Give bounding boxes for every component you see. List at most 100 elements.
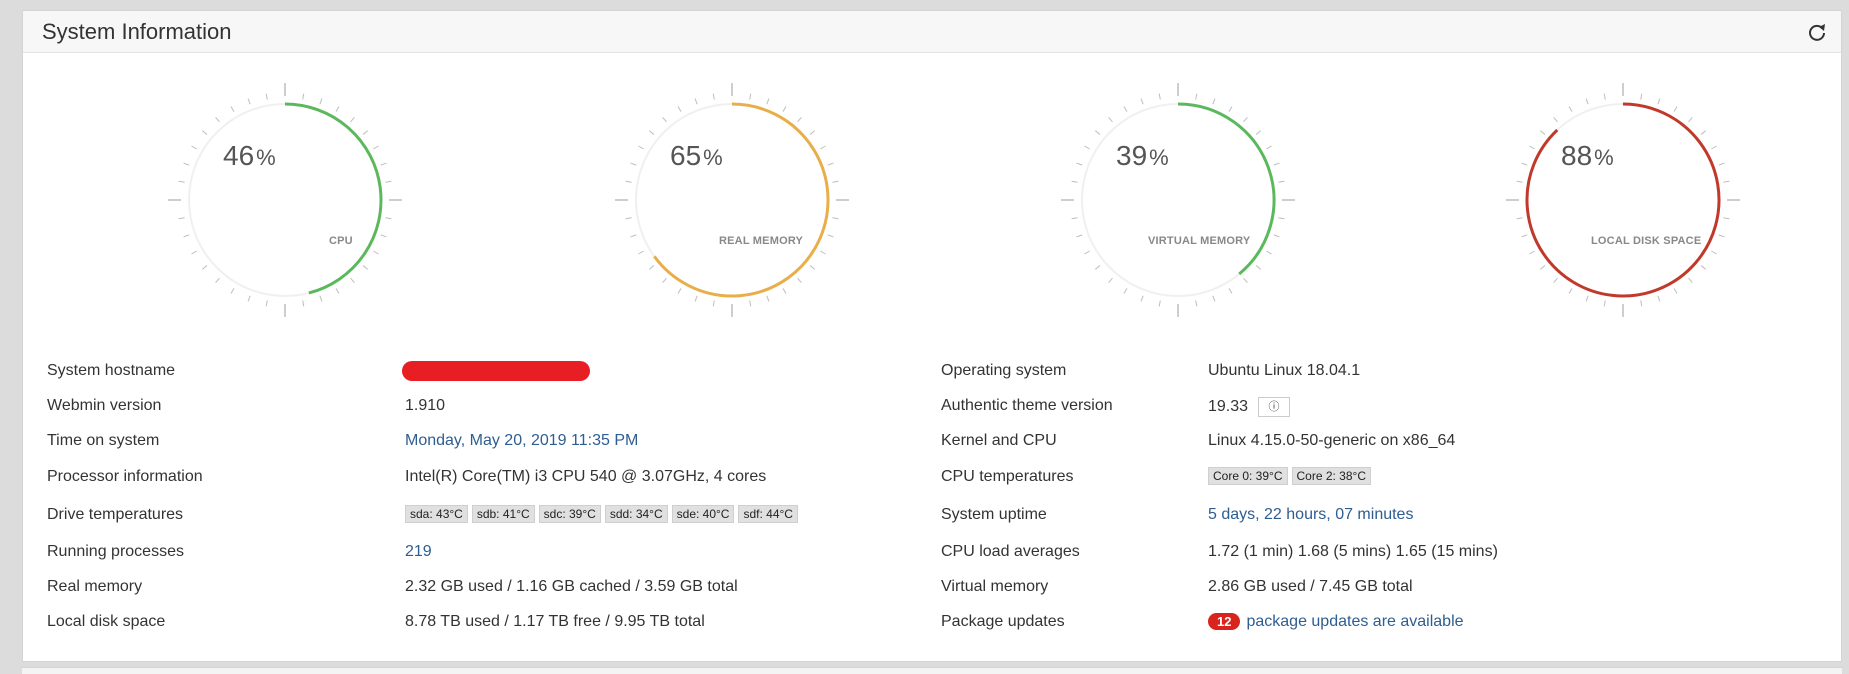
uptime-label: System uptime: [941, 506, 1047, 523]
gauge-tick: [215, 277, 220, 284]
gauge-tick: [201, 130, 208, 135]
gauge-tick: [827, 162, 834, 166]
gauge-tick: [712, 300, 715, 307]
panel-title: System Information: [42, 19, 232, 44]
row-cpu-temps: CPU temperatures: [941, 468, 1074, 486]
gauge-tick: [362, 130, 369, 135]
gauge-tick: [1228, 106, 1233, 112]
gauge-virtual-memory-value: 39%: [1116, 140, 1169, 171]
gauge-tick: [638, 145, 644, 150]
gauge-tick: [1094, 265, 1101, 270]
gauge-tick: [362, 265, 369, 270]
gauge-value-arc: [653, 102, 830, 298]
row-load-averages: CPU load averages: [941, 543, 1080, 561]
row-package-updates: Package updates: [941, 613, 1065, 631]
gauge-tick: [749, 93, 752, 100]
gauge-tick: [1718, 234, 1725, 238]
gauge-tick: [350, 277, 355, 284]
gauge-tick: [319, 98, 323, 105]
gauge-tick: [797, 116, 802, 123]
gauge-local-disk: 88% LOCAL DISK SPACE: [1503, 80, 1743, 320]
gauge-tick: [648, 265, 655, 270]
gauge-tick: [350, 116, 355, 123]
gauge-cpu-label: CPU: [329, 235, 353, 247]
gauge-tick: [1273, 234, 1280, 238]
gauge-tick: [1529, 145, 1535, 150]
gauge-tick: [1568, 288, 1573, 294]
gauge-tick: [1255, 130, 1262, 135]
gauge-tick: [1123, 106, 1128, 112]
gauge-tick: [385, 180, 392, 183]
gauge-tick: [183, 162, 190, 166]
time-link[interactable]: Monday, May 20, 2019 11:35 PM: [405, 432, 638, 450]
gauge-tick: [1516, 180, 1523, 183]
gauge-tick: [638, 250, 644, 255]
gauge-tick: [1539, 130, 1546, 135]
uptime-link[interactable]: 5 days, 22 hours, 07 minutes: [1208, 506, 1413, 524]
row-hostname: System hostname: [47, 362, 175, 380]
gauge-tick: [1140, 295, 1144, 302]
gauge-tick: [1711, 250, 1717, 255]
gauge-tick: [1723, 217, 1730, 220]
gauge-tick: [1195, 300, 1198, 307]
gauge-tick: [677, 106, 682, 112]
processor-label: Processor information: [47, 468, 203, 485]
theme-version-value-row: 19.33 ⓘ: [1208, 397, 1291, 417]
drive-temp-tag: sdb: 41°C: [471, 505, 535, 523]
theme-version-label: Authentic theme version: [941, 397, 1113, 414]
gauge-tick: [1158, 93, 1161, 100]
row-processor: Processor information: [47, 468, 203, 486]
virtual-memory-value: 2.86 GB used / 7.45 GB total: [1208, 578, 1413, 595]
gauge-tick: [694, 98, 698, 105]
row-os: Operating system: [941, 362, 1066, 380]
gauge-tick: [625, 217, 632, 220]
kernel-label: Kernel and CPU: [941, 432, 1057, 449]
drive-temp-tag: sdd: 34°C: [604, 505, 668, 523]
refresh-button[interactable]: [1805, 20, 1829, 44]
gauge-tick: [1071, 217, 1078, 220]
gauge-tick: [1553, 116, 1558, 123]
gauge-tick: [1071, 180, 1078, 183]
package-updates-label: Package updates: [941, 613, 1065, 630]
drive-temps-tags: sda: 43°C sdb: 41°C sdc: 39°C sdd: 34°C sde:…: [405, 505, 802, 523]
gauge-value-arc: [1177, 102, 1276, 276]
gauge-tick: [1688, 116, 1693, 123]
theme-info-button[interactable]: ⓘ: [1258, 397, 1291, 417]
gauge-tick: [1278, 180, 1285, 183]
gauge-tick: [373, 250, 379, 255]
gauge-real-memory-value: 65%: [670, 140, 723, 171]
gauge-tick: [1076, 162, 1083, 166]
running-processes-label: Running processes: [47, 543, 184, 560]
gauge-local-disk-value: 88%: [1561, 140, 1614, 171]
local-disk-value: 8.78 TB used / 1.17 TB free / 9.95 TB to…: [405, 613, 705, 630]
gauge-tick: [385, 217, 392, 220]
gauge-tick: [1657, 98, 1661, 105]
gauge-tick: [178, 217, 185, 220]
gauge-tick: [1123, 288, 1128, 294]
gauge-tick: [373, 145, 379, 150]
gauge-tick: [1673, 288, 1678, 294]
row-uptime: System uptime: [941, 506, 1047, 524]
gauge-tick: [302, 300, 305, 307]
gauge-tick: [380, 234, 387, 238]
os-label: Operating system: [941, 362, 1067, 379]
gauge-tick: [648, 130, 655, 135]
gauge-local-disk-dial: [1506, 83, 1740, 317]
gauge-tick: [630, 234, 637, 238]
drive-temp-tag: sde: 40°C: [671, 505, 735, 523]
row-local-disk: Local disk space: [47, 613, 165, 631]
gauge-tick: [201, 265, 208, 270]
gauge-virtual-memory-label: VIRTUAL MEMORY: [1148, 235, 1251, 247]
gauge-tick: [1212, 295, 1216, 302]
running-processes-link[interactable]: 219: [405, 543, 432, 561]
gauge-tick: [1521, 234, 1528, 238]
gauge-tick: [662, 116, 667, 123]
gauge-tick: [1084, 145, 1090, 150]
gauge-virtual-memory-dial: [1061, 83, 1295, 317]
webmin-label: Webmin version: [47, 397, 162, 414]
gauge-tick: [832, 217, 839, 220]
gauge-tick: [677, 288, 682, 294]
row-drive-temps: Drive temperatures: [47, 506, 183, 524]
package-updates-link[interactable]: package updates are available: [1246, 613, 1463, 630]
gauge-tick: [1243, 116, 1248, 123]
